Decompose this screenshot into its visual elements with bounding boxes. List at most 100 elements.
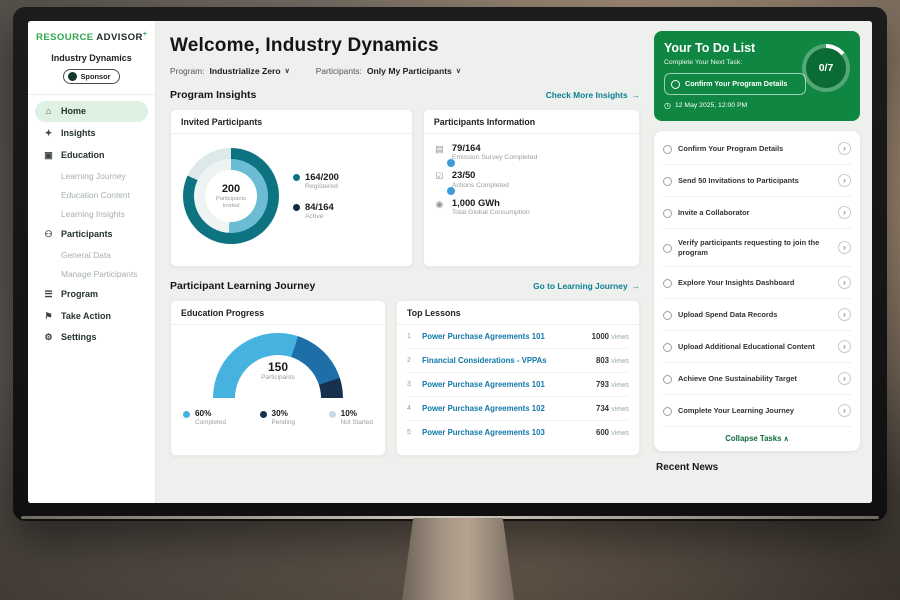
- legend-item-active: 84/164 Active: [293, 202, 339, 220]
- nav-label: General Data: [61, 250, 111, 260]
- invited-legend: 164/200 Registered 84/164 Active: [293, 172, 339, 221]
- sidebar-item-manage-participants[interactable]: Manage Participants: [35, 265, 148, 283]
- task-checkbox[interactable]: [671, 80, 680, 89]
- lesson-row: 5 Power Purchase Agreements 103 600views: [407, 421, 629, 444]
- legend-dot-icon: [293, 174, 300, 181]
- task-row[interactable]: Confirm Your Program Details ›: [663, 133, 851, 165]
- lesson-link[interactable]: Power Purchase Agreements 101: [422, 332, 585, 341]
- lesson-rank: 4: [407, 405, 415, 412]
- check-more-insights-label: Check More Insights: [546, 90, 628, 100]
- chevron-right-icon[interactable]: ›: [838, 308, 851, 321]
- sidebar-item-learning-journey[interactable]: Learning Journey: [35, 167, 148, 185]
- task-checkbox[interactable]: [663, 244, 672, 253]
- org-name: Industry Dynamics: [36, 53, 147, 63]
- chevron-right-icon[interactable]: ›: [838, 206, 851, 219]
- collapse-tasks-link[interactable]: Collapse Tasks ∧: [663, 427, 851, 448]
- sidebar-header: RESOURCE ADVISOR+ Industry Dynamics Spon…: [28, 31, 155, 95]
- chevron-right-icon[interactable]: ›: [838, 340, 851, 353]
- task-row[interactable]: Explore Your Insights Dashboard ›: [663, 267, 851, 299]
- education-gauge-wrap: 150 Participants: [213, 333, 343, 399]
- task-label: Upload Spend Data Records: [678, 310, 832, 320]
- task-checkbox[interactable]: [663, 145, 672, 154]
- lesson-views-number: 734: [596, 404, 609, 413]
- task-label: Confirm Your Program Details: [678, 144, 832, 154]
- sidebar-item-education[interactable]: ▣ Education: [35, 145, 148, 166]
- lesson-link[interactable]: Financial Considerations - VPPAs: [422, 356, 589, 365]
- task-row[interactable]: Invite a Collaborator ›: [663, 197, 851, 229]
- monitor-bezel: RESOURCE ADVISOR+ Industry Dynamics Spon…: [13, 7, 887, 521]
- participants-information-card: Participants Information ▤ 79/164 Emissi…: [423, 109, 640, 267]
- lesson-views-suffix: views: [611, 428, 629, 437]
- task-row[interactable]: Verify participants requesting to join t…: [663, 229, 851, 267]
- task-checkbox[interactable]: [663, 343, 672, 352]
- lesson-link[interactable]: Power Purchase Agreements 101: [422, 380, 589, 389]
- sidebar-item-home[interactable]: ⌂ Home: [35, 101, 148, 122]
- task-row[interactable]: Complete Your Learning Journey ›: [663, 395, 851, 427]
- chevron-right-icon[interactable]: ›: [838, 404, 851, 417]
- top-lessons-card: Top Lessons 1 Power Purchase Agreements …: [396, 300, 640, 456]
- task-checkbox[interactable]: [663, 311, 672, 320]
- sidebar-item-insights[interactable]: ✦ Insights: [35, 123, 148, 144]
- task-checkbox[interactable]: [663, 279, 672, 288]
- info-card-title: Participants Information: [424, 110, 639, 134]
- lesson-views-number: 1000: [592, 332, 609, 341]
- invited-donut-center: 200 Participants Invited: [205, 170, 257, 222]
- chevron-right-icon[interactable]: ›: [838, 174, 851, 187]
- nav-icon: ⚑: [43, 311, 54, 322]
- next-task-box[interactable]: Confirm Your Program Details: [664, 73, 806, 95]
- nav-icon: ⌂: [43, 106, 54, 117]
- chevron-right-icon[interactable]: ›: [838, 276, 851, 289]
- task-label: Send 50 Invitations to Participants: [678, 176, 832, 186]
- task-row[interactable]: Upload Spend Data Records ›: [663, 299, 851, 331]
- lesson-row: 3 Power Purchase Agreements 101 793views: [407, 373, 629, 397]
- learning-journey-title: Participant Learning Journey: [170, 280, 315, 292]
- program-label: Program:: [170, 66, 204, 76]
- sidebar: RESOURCE ADVISOR+ Industry Dynamics Spon…: [28, 21, 156, 503]
- sidebar-item-education-content[interactable]: Education Content: [35, 186, 148, 204]
- legend-label: Not Started: [341, 419, 373, 426]
- sidebar-item-learning-insights[interactable]: Learning Insights: [35, 205, 148, 223]
- nav-label: Manage Participants: [61, 269, 137, 279]
- task-checkbox[interactable]: [663, 407, 672, 416]
- sidebar-item-program[interactable]: ☰ Program: [35, 284, 148, 305]
- participants-filter: Participants: Only My Participants ∨: [316, 66, 461, 76]
- task-row[interactable]: Send 50 Invitations to Participants ›: [663, 165, 851, 197]
- go-to-learning-journey-link[interactable]: Go to Learning Journey →: [533, 281, 640, 291]
- lesson-views-suffix: views: [611, 356, 629, 365]
- lesson-views-suffix: views: [611, 380, 629, 389]
- legend-label: Pending: [272, 419, 295, 426]
- task-row[interactable]: Upload Additional Educational Content ›: [663, 331, 851, 363]
- legend-value: 164/200: [305, 172, 339, 182]
- invited-center-label: Participants Invited: [210, 196, 252, 209]
- lesson-link[interactable]: Power Purchase Agreements 103: [422, 428, 589, 437]
- lesson-link[interactable]: Power Purchase Agreements 102: [422, 404, 589, 413]
- sidebar-item-participants[interactable]: ⚇ Participants: [35, 224, 148, 245]
- task-label: Achieve One Sustainability Target: [678, 374, 832, 384]
- participants-select[interactable]: Only My Participants ∨: [367, 66, 461, 76]
- sidebar-item-general-data[interactable]: General Data: [35, 246, 148, 264]
- stat-label: Actions Completed: [452, 182, 629, 189]
- task-label: Upload Additional Educational Content: [678, 342, 832, 352]
- stat-value: 23/50: [452, 170, 629, 180]
- chevron-right-icon[interactable]: ›: [838, 142, 851, 155]
- legend-label: Registered: [305, 183, 339, 190]
- stat-row-emission-survey-completed: ▤ 79/164 Emission Survey Completed: [434, 143, 629, 161]
- task-row[interactable]: Achieve One Sustainability Target ›: [663, 363, 851, 395]
- chevron-right-icon[interactable]: ›: [838, 241, 851, 254]
- sidebar-item-take-action[interactable]: ⚑ Take Action: [35, 306, 148, 327]
- lesson-views: 803views: [596, 356, 629, 365]
- task-list: Confirm Your Program Details › Send 50 I…: [663, 133, 851, 427]
- task-checkbox[interactable]: [663, 177, 672, 186]
- program-select[interactable]: Industrialize Zero ∨: [209, 66, 289, 76]
- nav-icon: ⚙: [43, 332, 54, 343]
- sidebar-item-settings[interactable]: ⚙ Settings: [35, 327, 148, 348]
- next-task-due: ◷ 12 May 2025, 12:00 PM: [664, 101, 850, 110]
- task-checkbox[interactable]: [663, 375, 672, 384]
- info-stats: ▤ 79/164 Emission Survey Completed ☑: [424, 134, 639, 216]
- task-checkbox[interactable]: [663, 209, 672, 218]
- chevron-right-icon[interactable]: ›: [838, 372, 851, 385]
- stat-icon: ☑: [434, 171, 445, 188]
- education-legend: 60% Completed 30% Pending: [171, 409, 385, 426]
- nav-icon: ☰: [43, 289, 54, 300]
- check-more-insights-link[interactable]: Check More Insights →: [546, 90, 640, 100]
